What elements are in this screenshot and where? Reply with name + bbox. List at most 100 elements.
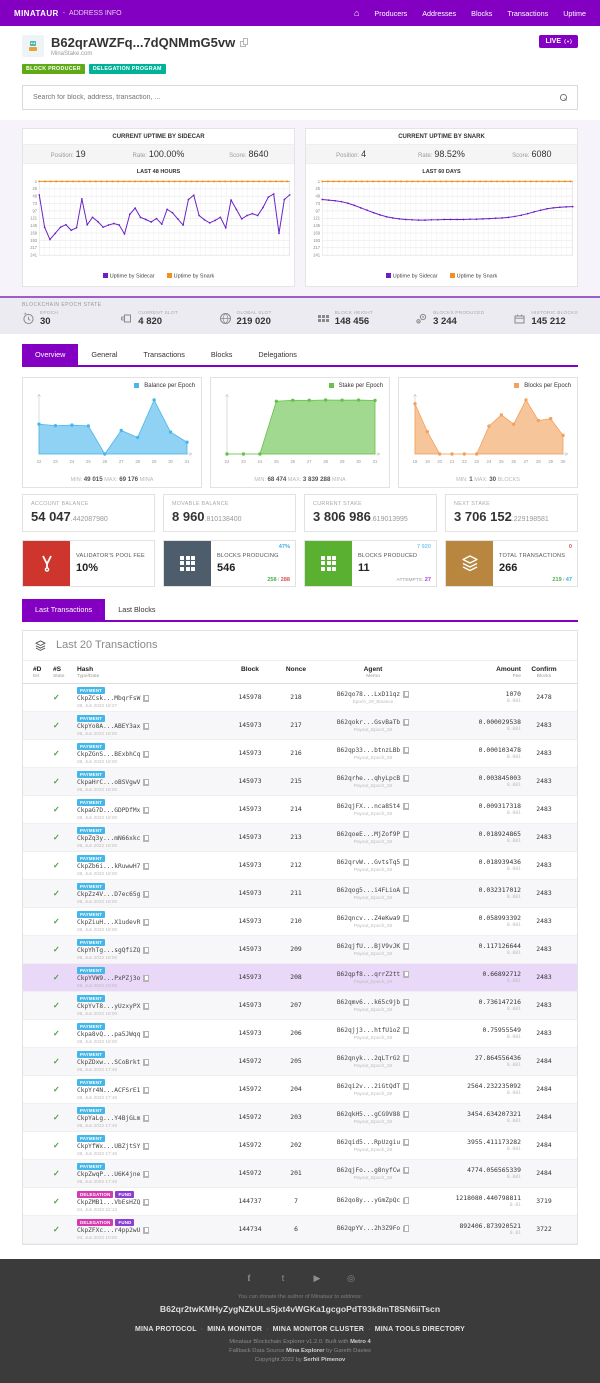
tx-hash-link[interactable]: CkpZFXc...r4pp2wU (77, 1227, 140, 1234)
tx-block-link[interactable]: 144737 (225, 1197, 275, 1205)
copy-icon[interactable] (403, 1225, 409, 1232)
copy-icon[interactable] (403, 1139, 409, 1146)
search-input[interactable] (23, 94, 560, 101)
copy-icon[interactable] (403, 971, 409, 978)
tx-hash-link[interactable]: CkpZMB1...VbEsHZQ (77, 1199, 140, 1206)
tx-block-link[interactable]: 145973 (225, 805, 275, 813)
copy-icon[interactable] (143, 1059, 149, 1066)
tx-block-link[interactable]: 145973 (225, 777, 275, 785)
copy-icon[interactable] (403, 831, 409, 838)
address-alias[interactable]: MinaStake.com (51, 51, 248, 57)
copy-icon[interactable] (143, 1031, 149, 1038)
copy-icon[interactable] (403, 719, 409, 726)
tx-agent-link[interactable]: B62qrhe...qhyLpcB (337, 775, 400, 782)
tab-last-transactions[interactable]: Last Transactions (22, 599, 105, 620)
tx-agent-link[interactable]: B62qi2v...2iGtQdT (337, 1083, 400, 1090)
tx-block-link[interactable]: 145973 (225, 861, 275, 869)
nav-producers[interactable]: Producers (374, 9, 407, 18)
copy-icon[interactable] (403, 1083, 409, 1090)
copy-icon[interactable] (403, 887, 409, 894)
author-link[interactable]: Serhii Pimenov (303, 1357, 345, 1363)
tx-agent-link[interactable]: B62qoeE...MjZof9P (337, 831, 400, 838)
nav-transactions[interactable]: Transactions (507, 9, 548, 18)
tx-hash-link[interactable]: CkpZCsk...MbqrFsW (77, 695, 140, 702)
tx-agent-link[interactable]: B62qp33...btnzLBb (337, 747, 400, 754)
twitter-icon[interactable]: t (277, 1273, 289, 1284)
copy-icon[interactable] (143, 1003, 149, 1010)
facebook-icon[interactable]: f (243, 1273, 255, 1284)
tx-hash-link[interactable]: CkpYvT8...yUzxyPX (77, 1003, 140, 1010)
tx-hash-link[interactable]: CkpZiuH...X1udevR (77, 919, 140, 926)
tab-blocks[interactable]: Blocks (198, 344, 246, 365)
tx-agent-link[interactable]: B62qokr...GsvBaTb (337, 719, 400, 726)
copy-icon[interactable] (403, 1055, 409, 1062)
tx-agent-link[interactable]: B62qid5...RpUzgiu (337, 1139, 400, 1146)
copy-icon[interactable] (143, 975, 149, 982)
tx-hash-link[interactable]: CkpZwqP...U6K4jne (77, 1171, 140, 1178)
copy-icon[interactable] (143, 807, 149, 814)
tx-hash-link[interactable]: CkpaG7D...GDPDfMx (77, 807, 140, 814)
tx-agent-link[interactable]: B62qrvW...GvtsTq5 (337, 859, 400, 866)
copy-icon[interactable] (143, 1199, 149, 1206)
copy-icon[interactable] (143, 751, 149, 758)
tx-block-link[interactable]: 145973 (225, 721, 275, 729)
tab-last-blocks[interactable]: Last Blocks (105, 599, 168, 620)
tx-block-link[interactable]: 145973 (225, 1029, 275, 1037)
tx-block-link[interactable]: 145972 (225, 1057, 275, 1065)
copy-icon[interactable] (143, 1115, 149, 1122)
copy-icon[interactable] (143, 1227, 149, 1234)
instagram-icon[interactable]: ◎ (345, 1273, 357, 1284)
copy-icon[interactable] (143, 891, 149, 898)
search-icon[interactable] (560, 94, 567, 101)
tx-agent-link[interactable]: B62qjj3...htfU1oZ (337, 1027, 400, 1034)
copy-icon[interactable] (403, 999, 409, 1006)
tx-block-link[interactable]: 145978 (225, 693, 275, 701)
youtube-icon[interactable]: ▶ (311, 1273, 323, 1284)
tx-agent-link[interactable]: B62qog5...i4FLioA (337, 887, 400, 894)
tx-block-link[interactable]: 145973 (225, 889, 275, 897)
tab-overview[interactable]: Overview (22, 344, 78, 365)
mina-explorer-link[interactable]: Mina Explorer (286, 1348, 324, 1354)
tx-agent-link[interactable]: B62qpYV...2h3Z9Fo (337, 1225, 400, 1232)
copy-icon[interactable] (403, 1111, 409, 1118)
copy-icon[interactable] (403, 691, 409, 698)
tx-block-link[interactable]: 145973 (225, 945, 275, 953)
copy-icon[interactable] (403, 943, 409, 950)
tx-hash-link[interactable]: CkpYfWx...UBZjtSY (77, 1143, 140, 1150)
copy-icon[interactable] (403, 775, 409, 782)
copy-icon[interactable] (143, 695, 149, 702)
tx-hash-link[interactable]: CkpZDxw...SCoBrkt (77, 1059, 140, 1066)
copy-icon[interactable] (143, 863, 149, 870)
metro4-link[interactable]: Metro 4 (350, 1339, 371, 1345)
tx-agent-link[interactable]: B62qjFo...g8nyfCw (337, 1167, 400, 1174)
tx-agent-link[interactable]: B62qo78...LxD11qz (337, 691, 400, 698)
tx-block-link[interactable]: 145973 (225, 973, 275, 981)
tx-hash-link[interactable]: CkpaHrC...oBSVgwV (77, 779, 140, 786)
link-mina-monitor[interactable]: MINA MONITOR (207, 1326, 262, 1333)
copy-icon[interactable] (143, 1171, 149, 1178)
copy-icon[interactable] (143, 1087, 149, 1094)
tx-block-link[interactable]: 145972 (225, 1169, 275, 1177)
copy-icon[interactable] (143, 1143, 149, 1150)
donate-address[interactable]: B62qr2twKMHyZygNZkULs5jxt4vWGKa1gcgoPdT9… (20, 1304, 580, 1314)
nav-addresses[interactable]: Addresses (422, 9, 456, 18)
tab-general[interactable]: General (78, 344, 130, 365)
tx-hash-link[interactable]: CkpZq3y...mN66xkc (77, 835, 140, 842)
tx-hash-link[interactable]: CkpYVW9...PxPZj3o (77, 975, 140, 982)
tx-block-link[interactable]: 145973 (225, 917, 275, 925)
copy-icon[interactable] (403, 747, 409, 754)
brand-logo[interactable]: MINATAUR (14, 9, 59, 18)
copy-icon[interactable] (143, 723, 149, 730)
tx-block-link[interactable]: 145973 (225, 1001, 275, 1009)
tx-hash-link[interactable]: CkpZz4V...D7ec65g (77, 891, 140, 898)
tx-block-link[interactable]: 145972 (225, 1141, 275, 1149)
tx-agent-link[interactable]: B62qpf8...qrrZ2tt (337, 971, 400, 978)
link-mina-protocol[interactable]: MINA PROTOCOL (135, 1326, 197, 1333)
tx-hash-link[interactable]: CkpZb6i...kRuwwH7 (77, 863, 140, 870)
copy-icon[interactable] (143, 835, 149, 842)
tx-hash-link[interactable]: Ckpa8vQ...pa5JWqq (77, 1031, 140, 1038)
tx-agent-link[interactable]: B62qncv...Z4eKwa9 (337, 915, 400, 922)
copy-icon[interactable] (403, 859, 409, 866)
live-badge[interactable]: LIVE (539, 35, 578, 48)
tx-agent-link[interactable]: B62qnyk...2qLTrG2 (337, 1055, 400, 1062)
